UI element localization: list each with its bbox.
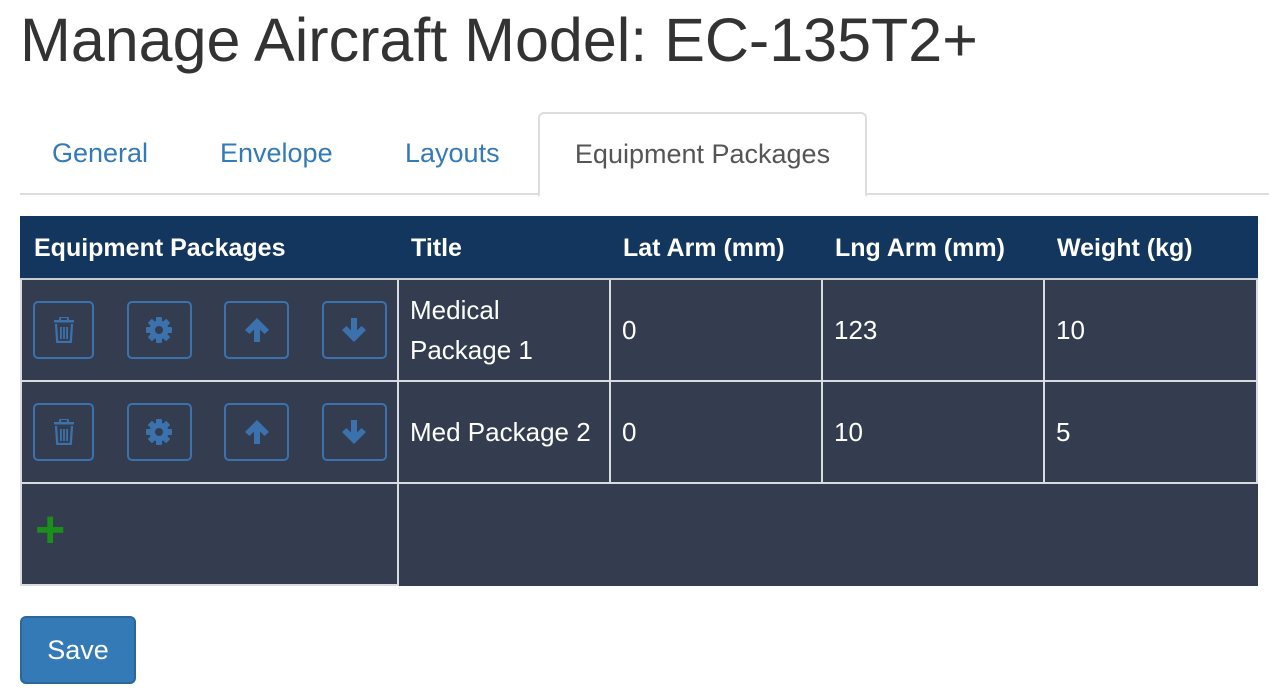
delete-button[interactable] [33, 403, 94, 461]
column-header-title: Title [397, 216, 611, 280]
arrow-up-icon [244, 318, 269, 342]
tab-equipment-packages[interactable]: Equipment Packages [538, 112, 867, 197]
plus-icon: + [35, 501, 66, 559]
settings-button[interactable] [126, 403, 192, 461]
settings-button[interactable] [126, 301, 192, 359]
cell-lat-arm: 0 [609, 380, 823, 484]
tab-envelope[interactable]: Envelope [220, 112, 333, 195]
tab-layouts[interactable]: Layouts [405, 112, 500, 195]
row-actions [20, 380, 399, 484]
column-header-weight: Weight (kg) [1043, 216, 1258, 280]
gear-icon [146, 419, 173, 445]
column-header-lat-arm: Lat Arm (mm) [609, 216, 823, 280]
column-header-lng-arm: Lng Arm (mm) [821, 216, 1045, 280]
cell-title: Med Package 2 [397, 380, 611, 484]
add-row-filler [397, 482, 1258, 586]
table-row: Med Package 2 0 10 5 [20, 380, 1258, 484]
row-actions [20, 278, 399, 382]
table-row: Medical Package 1 0 123 10 [20, 278, 1258, 382]
move-up-button[interactable] [224, 301, 290, 359]
page-title: Manage Aircraft Model: EC-135T2+ [20, 6, 978, 74]
add-cell: + [20, 482, 399, 586]
tab-general[interactable]: General [52, 112, 148, 195]
move-down-button[interactable] [321, 301, 387, 359]
move-up-button[interactable] [224, 403, 290, 461]
trash-icon [53, 317, 74, 343]
cell-weight: 10 [1043, 278, 1258, 382]
gear-icon [146, 317, 173, 343]
cell-title: Medical Package 1 [397, 278, 611, 382]
cell-lat-arm: 0 [609, 278, 823, 382]
table-header-row: Equipment Packages Title Lat Arm (mm) Ln… [20, 216, 1258, 280]
delete-button[interactable] [33, 301, 94, 359]
save-button[interactable]: Save [20, 616, 136, 684]
arrow-up-icon [244, 420, 269, 444]
trash-icon [53, 419, 74, 445]
tab-bar: General Envelope Layouts Equipment Packa… [20, 112, 1269, 197]
cell-weight: 5 [1043, 380, 1258, 484]
move-down-button[interactable] [321, 403, 387, 461]
arrow-down-icon [342, 318, 367, 342]
column-header-equipment-packages: Equipment Packages [20, 216, 399, 280]
add-package-button[interactable]: + [35, 504, 65, 556]
cell-lng-arm: 10 [821, 380, 1045, 484]
equipment-packages-table: Equipment Packages Title Lat Arm (mm) Ln… [20, 216, 1258, 586]
arrow-down-icon [342, 420, 367, 444]
add-row: + [20, 482, 1258, 586]
cell-lng-arm: 123 [821, 278, 1045, 382]
